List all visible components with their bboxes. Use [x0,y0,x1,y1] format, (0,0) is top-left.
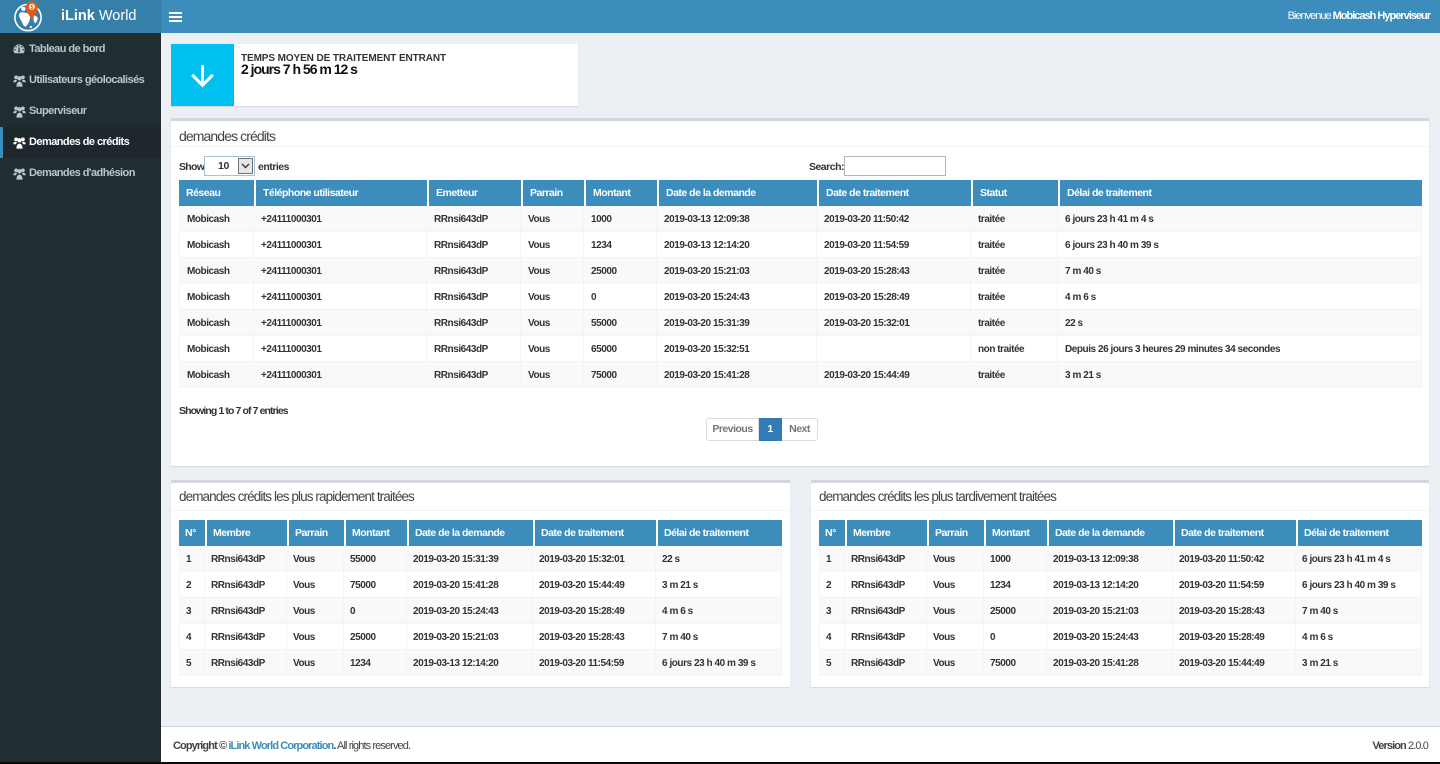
svg-text:$: $ [30,5,33,11]
